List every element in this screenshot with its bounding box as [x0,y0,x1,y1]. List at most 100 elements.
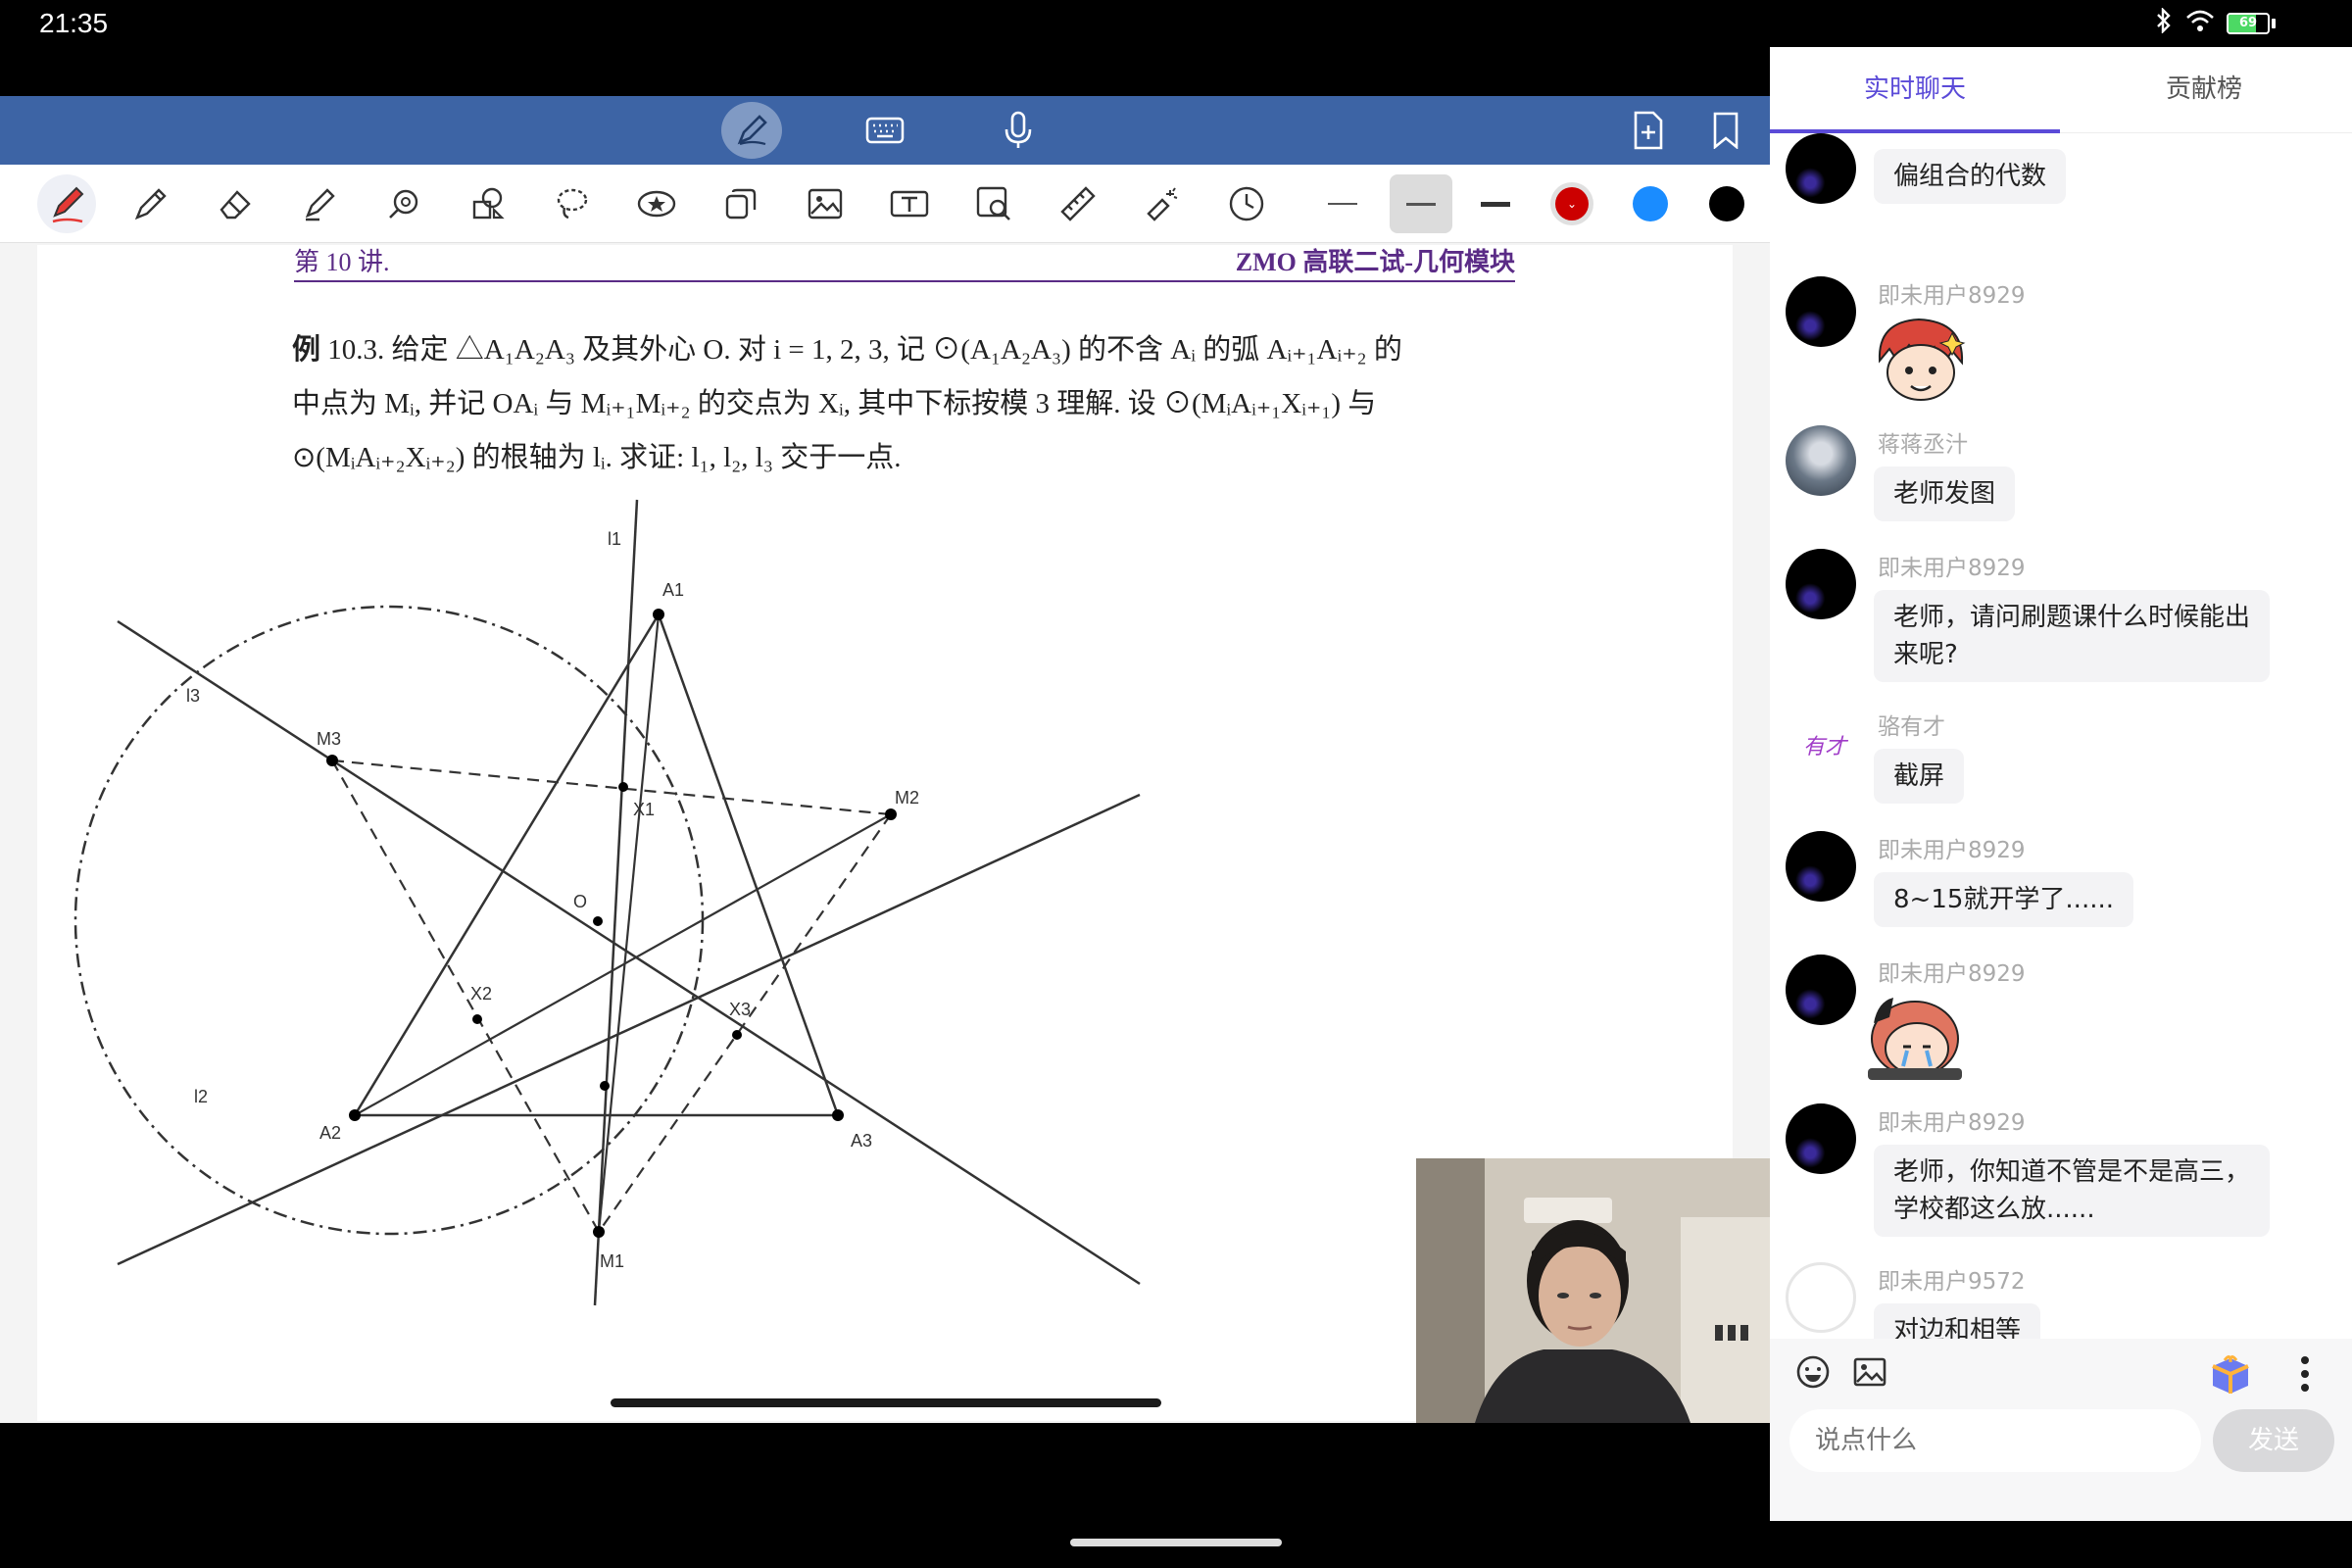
blue-color-option[interactable] [1621,174,1680,233]
username: 即未用户8929 [1878,556,2026,581]
point-a3 [832,1109,844,1121]
message-bubble: 8~15就开学了...... [1874,872,2133,927]
line-l2 [117,793,1141,1266]
segment-a1-m1 [597,613,661,1233]
username: 即未用户8929 [1878,961,2026,987]
tab-live-chat[interactable]: 实时聊天 [1864,69,1966,105]
avatar[interactable] [1786,955,1856,1025]
battery-icon: 69 [2227,13,2276,34]
page-scrollbar[interactable] [611,1398,1161,1407]
label-a3: A3 [851,1131,872,1151]
label-x3: X3 [729,1000,751,1019]
shapes-icon [472,187,505,220]
point-m2 [885,808,897,820]
message-bubble: 老师，请问刷题课什么时候能出 来呢? [1874,590,2271,682]
avatar[interactable] [1786,549,1856,619]
highlighter-tool[interactable] [290,174,349,233]
label-o: O [573,892,587,911]
figure-points [326,609,897,1238]
point-x2 [472,1014,482,1024]
gift-button[interactable] [2207,1350,2254,1401]
label-a1: A1 [662,580,684,600]
tool-bar: ⌄ [0,165,1770,243]
red-color-option[interactable]: ⌄ [1543,174,1601,233]
avatar[interactable] [1786,1262,1856,1333]
username: 即未用户8929 [1878,838,2026,863]
point-x1 [618,782,628,792]
chat-composer: 发送 [1770,1339,2352,1521]
laser-tool[interactable] [1133,174,1192,233]
point-m3 [326,755,338,766]
avatar[interactable] [1786,1103,1856,1174]
add-page-icon [1634,111,1663,150]
top-bar [0,96,1770,165]
emoji-button[interactable] [1795,1354,1831,1394]
timer-tool[interactable] [1217,174,1276,233]
red-hair-boy-sticker [1870,312,1972,414]
label-l3: l3 [186,686,200,706]
medium-stroke-option[interactable] [1390,174,1452,233]
microphone-button[interactable] [988,102,1049,159]
copy-icon [725,188,757,220]
magnifier-tool[interactable] [374,174,433,233]
label-x2: X2 [470,984,492,1004]
thick-stroke-option[interactable] [1466,174,1525,233]
point-center [600,1081,610,1091]
bluetooth-icon [2154,7,2174,39]
screen: 21:35 69 ⌄ 第 10 讲. ZMO 高联二试-几何模块 例 10.3.… [0,0,2352,1568]
more-vertical-icon [2301,1356,2309,1392]
pen-icon [737,115,767,146]
home-indicator[interactable] [1070,1539,1282,1546]
image-search-tool[interactable] [964,174,1023,233]
avatar[interactable] [1786,425,1856,496]
eraser-icon [220,190,251,220]
point-o [593,916,603,926]
pencil-tool[interactable] [122,174,180,233]
line-l3 [117,619,1141,1286]
status-time: 21:35 [39,8,109,38]
text-box-icon [890,190,929,218]
ruler-tool[interactable] [1049,174,1107,233]
ruler-icon [1060,186,1096,221]
username: 即未用户8929 [1878,283,2026,309]
image-icon [1853,1357,1886,1387]
chat-panel: 实时聊天 贡献榜 偏组合的代数 即未用户8929 蒋蒋丞汁 老师发图 即未用户8… [1770,47,2352,1521]
more-options-button[interactable] [2299,1354,2311,1397]
black-color-option[interactable] [1697,174,1756,233]
sticker-tool[interactable] [627,174,686,233]
emoji-icon [1796,1355,1830,1389]
pencil-icon [134,188,167,220]
image-upload-button[interactable] [1852,1354,1887,1394]
avatar[interactable]: 有才 [1786,708,1856,778]
avatar[interactable] [1786,276,1856,347]
username: 蒋蒋丞汁 [1878,432,1968,458]
tab-contribution[interactable]: 贡献榜 [2166,69,2242,105]
label-l2: l2 [194,1087,208,1106]
red-pen-icon [52,186,84,223]
message-list[interactable]: 偏组合的代数 即未用户8929 蒋蒋丞汁 老师发图 即未用户8929 老师，请问… [1770,133,2352,1388]
send-button[interactable]: 发送 [2213,1409,2334,1472]
add-page-button[interactable] [1618,102,1679,159]
text-tool[interactable] [880,174,939,233]
bookmark-button[interactable] [1695,102,1756,159]
keyboard-button[interactable] [855,102,915,159]
keyboard-icon [865,117,905,144]
chat-input[interactable] [1789,1409,2201,1472]
message-bubble: 老师发图 [1874,466,2016,521]
image-icon [808,188,843,220]
avatar[interactable] [1786,133,1856,204]
eraser-tool[interactable] [206,174,265,233]
clock-icon [1229,186,1264,221]
copy-tool[interactable] [711,174,770,233]
lasso-tool[interactable] [543,174,602,233]
dashed-m3-m2 [331,759,892,816]
pen-tool[interactable] [37,174,96,233]
shapes-tool[interactable] [459,174,517,233]
image-search-icon [976,186,1010,220]
microphone-icon [1004,111,1032,148]
avatar[interactable] [1786,831,1856,902]
teacher-video[interactable] [1416,1158,1770,1423]
image-tool[interactable] [796,174,855,233]
thin-stroke-option[interactable] [1313,174,1372,233]
pen-mode-button[interactable] [721,102,782,159]
